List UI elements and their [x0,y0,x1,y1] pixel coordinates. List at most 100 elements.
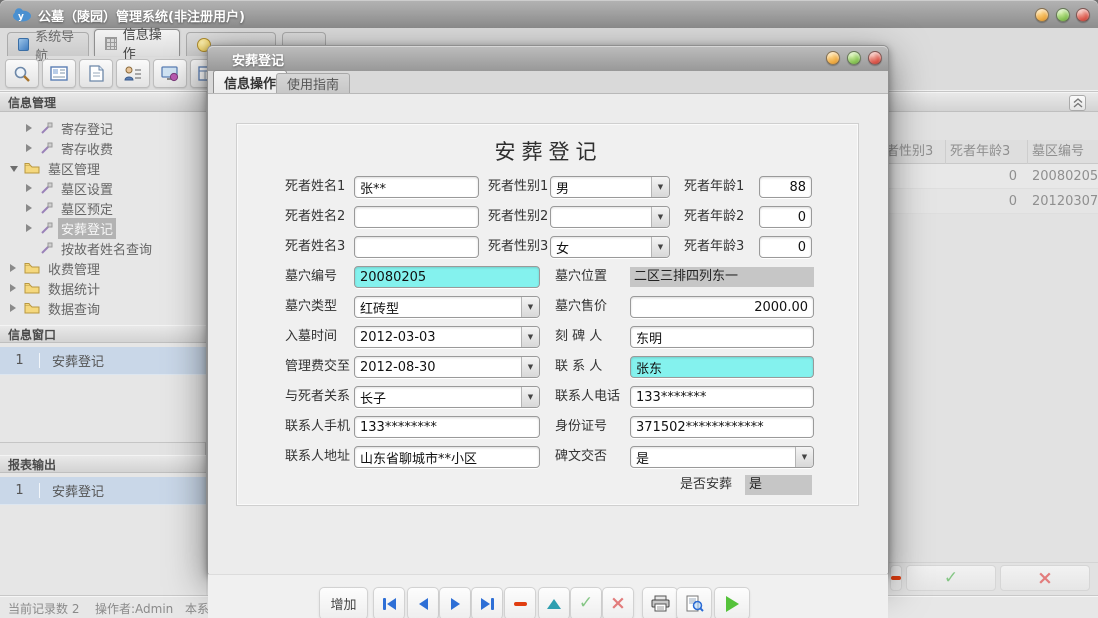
chevron-down-icon[interactable]: ▼ [521,387,539,407]
expand-arrow-icon[interactable] [26,124,34,132]
age2-input[interactable] [759,206,812,228]
contact-input[interactable] [630,356,814,378]
dialog-close-button[interactable] [868,51,882,65]
delete-record-button[interactable] [504,587,536,618]
delete-icon [514,602,527,606]
expand-arrow-icon[interactable] [10,284,18,292]
edit-icon [547,599,561,609]
fee-until-value: 2012-08-30 [355,360,521,375]
form-title: 安葬登记 [237,136,860,166]
chevron-down-icon[interactable]: ▼ [521,297,539,317]
grave-price-input[interactable] [630,296,814,318]
contact-tel-input[interactable] [630,386,814,408]
last-record-button[interactable] [471,587,503,618]
chevron-down-icon[interactable]: ▼ [795,447,813,467]
grave-pos-display: 二区三排四列东一 [630,267,814,287]
burial-time-select[interactable]: 2012-03-03 ▼ [354,326,540,348]
tab-system-nav[interactable]: 系统导航 [7,32,89,56]
relation-select[interactable]: 长子 ▼ [354,386,540,408]
delete-icon [891,576,901,580]
tree-item-fee-mgmt[interactable]: 收费管理 [0,258,206,278]
tree-item-burial-register[interactable]: 安葬登记 [0,218,206,238]
wand-icon [40,202,53,215]
expand-arrow-icon[interactable] [26,184,34,192]
fee-until-select[interactable]: 2012-08-30 ▼ [354,356,540,378]
tree-item-deposit-register[interactable]: 寄存登记 [0,118,206,138]
maximize-button[interactable] [1056,8,1070,22]
add-button[interactable]: 增加 [319,587,368,618]
expand-arrow-icon[interactable] [10,304,18,312]
expand-arrow-icon[interactable] [26,144,34,152]
print-preview-button[interactable] [676,587,712,618]
tree-item-label: 墓区管理 [45,158,103,179]
section-header-info-window: 信息窗口 [0,325,206,343]
dialog-tab-user-guide[interactable]: 使用指南 [276,73,350,93]
grid-col-area-code[interactable]: 墓区编号 [1032,140,1084,164]
edit-record-button[interactable] [538,587,570,618]
tree-item-label: 墓区预定 [58,198,116,219]
print-preview-icon [685,595,704,612]
bg-post-button[interactable]: ✓ [906,565,996,591]
tree-item-data-query[interactable]: 数据查询 [0,298,206,318]
name2-input[interactable] [354,206,479,228]
id-no-input[interactable] [630,416,814,438]
person-list-button[interactable] [116,59,150,88]
collapse-panel-button[interactable] [1069,95,1086,111]
tree-item-label: 数据统计 [45,278,103,299]
chevron-down-icon[interactable]: ▼ [651,237,669,257]
list-item[interactable]: 1 安葬登记 [0,347,206,375]
contact-addr-input[interactable] [354,446,540,468]
collapse-arrow-icon[interactable] [10,166,18,172]
expand-arrow-icon[interactable] [26,224,34,232]
next-record-button[interactable] [439,587,471,618]
tree-item-label: 数据查询 [45,298,103,319]
cancel-record-button[interactable]: × [602,587,634,618]
engraver-input[interactable] [630,326,814,348]
close-button[interactable] [1076,8,1090,22]
tree-item-cemetery-mgmt[interactable]: 墓区管理 [0,158,206,178]
chevron-down-icon[interactable]: ▼ [651,207,669,227]
expand-arrow-icon[interactable] [26,204,34,212]
app-logo-icon: y [12,7,32,26]
monitor-button[interactable] [153,59,187,88]
contact-mobile-input[interactable] [354,416,540,438]
name1-input[interactable] [354,176,479,198]
tab-info-operation[interactable]: 信息操作 [94,29,180,56]
grid-col-gender3[interactable]: 者性别3 [886,140,933,164]
post-record-button[interactable]: ✓ [570,587,602,618]
chevron-down-icon[interactable]: ▼ [521,327,539,347]
chevron-down-icon[interactable]: ▼ [651,177,669,197]
gender3-select[interactable]: 女 ▼ [550,236,670,258]
info-card-button[interactable] [42,59,76,88]
search-button[interactable] [5,59,39,88]
tree-item-data-stats[interactable]: 数据统计 [0,278,206,298]
grid-col-age3[interactable]: 死者年龄3 [950,140,1010,164]
tree-item-cemetery-setup[interactable]: 墓区设置 [0,178,206,198]
list-item[interactable]: 1 安葬登记 [0,477,206,505]
age1-input[interactable] [759,176,812,198]
chevron-down-icon[interactable]: ▼ [521,357,539,377]
epitaph-select[interactable]: 是 ▼ [630,446,814,468]
dialog-minimize-button[interactable] [826,51,840,65]
age3-input[interactable] [759,236,812,258]
expand-arrow-icon[interactable] [10,264,18,272]
grave-no-input[interactable] [354,266,540,288]
tree-item-cemetery-reserve[interactable]: 墓区预定 [0,198,206,218]
tree-item-search-by-name[interactable]: 按故者姓名查询 [0,238,206,258]
dialog-maximize-button[interactable] [847,51,861,65]
bg-cancel-button[interactable]: × [1000,565,1090,591]
execute-button[interactable] [714,587,750,618]
gender2-select[interactable]: ▼ [550,206,670,228]
document-button[interactable] [79,59,113,88]
gender1-value: 男 [551,178,651,197]
grave-type-select[interactable]: 红砖型 ▼ [354,296,540,318]
gender1-select[interactable]: 男 ▼ [550,176,670,198]
minimize-button[interactable] [1035,8,1049,22]
print-button[interactable] [642,587,678,618]
prev-record-button[interactable] [407,587,439,618]
name3-input[interactable] [354,236,479,258]
bg-delete-button[interactable] [890,565,902,591]
tree-item-deposit-fee[interactable]: 寄存收费 [0,138,206,158]
first-record-button[interactable] [373,587,405,618]
record-count: 当前记录数 2 [8,600,79,617]
